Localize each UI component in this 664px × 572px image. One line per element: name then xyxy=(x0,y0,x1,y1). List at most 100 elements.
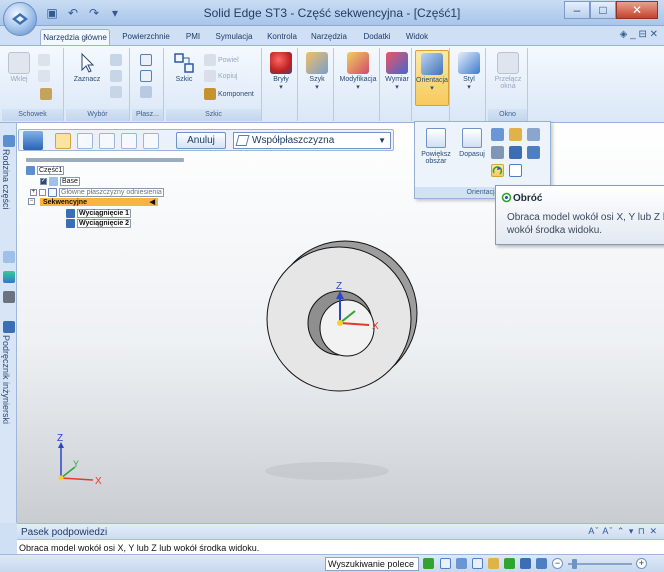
command-finder-input[interactable]: Wyszukiwanie polece xyxy=(325,557,419,571)
angled-plane-option-icon[interactable] xyxy=(99,133,115,149)
repeat-button[interactable]: Powiel xyxy=(204,54,239,66)
tab-addins[interactable]: Dodatki xyxy=(358,29,396,46)
spin-about-icon[interactable] xyxy=(509,146,522,159)
rotate-status-icon[interactable] xyxy=(504,558,515,569)
zoom-slider[interactable] xyxy=(568,563,632,565)
plane-type-icon xyxy=(235,135,250,146)
switch-windows-button[interactable]: Przełącz okna xyxy=(490,52,526,90)
maximize-button[interactable]: □ xyxy=(590,1,616,19)
ribbon-window-controls[interactable]: ◈ _ ⊟ ✕ xyxy=(620,29,658,40)
ribbon: Wklej Schowek Zaznacz Wybór Płasz... Szk… xyxy=(0,45,664,123)
tab-home[interactable]: Narzędzia główne xyxy=(40,29,110,46)
tab-pmi[interactable]: PMI xyxy=(180,29,206,46)
engineering-handbook-icon[interactable] xyxy=(3,321,15,333)
component-label: Komponent xyxy=(218,90,254,98)
zoom-area-status-icon[interactable] xyxy=(440,558,451,569)
tree-item-ordered[interactable]: Sekwencyjne ◀ xyxy=(40,198,158,206)
zoom-out-icon[interactable]: − xyxy=(552,558,563,569)
collapse-icon[interactable]: − xyxy=(28,198,35,205)
corner-axis-z-label: Z xyxy=(57,433,63,444)
plane-icon xyxy=(140,54,152,66)
paste-button[interactable]: Wklej xyxy=(6,52,32,83)
tree-item-base[interactable]: ✓ Base xyxy=(40,177,80,186)
orient-icon xyxy=(421,53,443,75)
family-of-parts-icon[interactable] xyxy=(3,135,15,147)
pattern-icon xyxy=(306,52,328,74)
tree-root[interactable]: Część1 xyxy=(26,166,65,175)
sensors-icon[interactable] xyxy=(3,291,15,303)
command-finder-go-icon[interactable] xyxy=(423,558,434,569)
parallel-plane-icon[interactable] xyxy=(77,133,93,149)
zoom-status-icon[interactable] xyxy=(456,558,467,569)
select-option-2[interactable] xyxy=(110,70,122,82)
tab-tools[interactable]: Narzędzia xyxy=(308,29,350,46)
library-icon[interactable] xyxy=(3,271,15,283)
plane-button-1[interactable] xyxy=(140,54,152,66)
tree-checkbox-planes[interactable] xyxy=(39,189,46,196)
tree-item-reference-planes[interactable]: + Główne płaszczyzny odniesienia xyxy=(30,188,164,197)
solids-button[interactable]: Bryły ▾ xyxy=(267,52,295,91)
copy-sketch-button[interactable]: Kopiuj xyxy=(204,70,237,82)
tab-surfacing[interactable]: Powierzchnie xyxy=(118,29,174,46)
application-button[interactable] xyxy=(3,2,37,36)
zoom-slider-thumb[interactable] xyxy=(572,559,577,569)
spin-status-icon[interactable] xyxy=(520,558,531,569)
fit-button[interactable]: Dopasuj xyxy=(455,128,489,158)
close-button[interactable]: ✕ xyxy=(616,1,658,19)
cancel-button[interactable]: Anuluj xyxy=(176,132,226,149)
component-button[interactable]: Komponent xyxy=(204,88,254,100)
zoom-in-icon[interactable]: + xyxy=(636,558,647,569)
view-status-icon[interactable] xyxy=(536,558,547,569)
sketch-view-icon[interactable] xyxy=(527,146,540,159)
tree-checkbox-base[interactable]: ✓ xyxy=(40,178,47,185)
common-views-icon[interactable] xyxy=(509,164,522,177)
layers-icon[interactable] xyxy=(3,251,15,263)
style-button[interactable]: Styl ▾ xyxy=(455,52,483,91)
named-view-icon[interactable] xyxy=(491,146,504,159)
pan-status-icon[interactable] xyxy=(488,558,499,569)
minimize-button[interactable]: – xyxy=(564,1,590,19)
plane-button-2[interactable] xyxy=(140,70,152,82)
pattern-button[interactable]: Szyk ▾ xyxy=(303,52,331,91)
tooltip-body: Obraca model wokół osi X, Y lub Z lub wo… xyxy=(507,211,664,237)
family-of-parts-tab[interactable]: Rodzina części xyxy=(1,149,11,210)
tree-item-extrusion-1[interactable]: Wyciągnięcie 1 xyxy=(66,209,132,218)
zoom-area-button[interactable]: Powiększ obszar xyxy=(419,128,453,165)
select-tool-button[interactable]: Zaznacz xyxy=(72,52,102,83)
prompt-bar-tools[interactable]: Aˇ Aˇ ⌃ ▾ ⊓ ✕ xyxy=(588,526,658,537)
solids-icon xyxy=(270,52,292,74)
tab-inspect[interactable]: Kontrola xyxy=(264,29,300,46)
solids-label: Bryły xyxy=(273,76,289,83)
select-option-3[interactable] xyxy=(110,86,122,98)
expand-icon[interactable]: + xyxy=(30,189,37,196)
engineering-handbook-tab[interactable]: Podręcznik inżynierski xyxy=(1,335,11,424)
view-icon[interactable] xyxy=(527,128,540,141)
select-option-1[interactable] xyxy=(110,54,122,66)
copy-button[interactable] xyxy=(38,70,50,82)
tab-view[interactable]: Widok xyxy=(402,29,432,46)
part-properties-icon[interactable] xyxy=(23,131,43,150)
tangent-plane-icon[interactable] xyxy=(143,133,159,149)
tree-item-label: Wyciągnięcie 1 xyxy=(77,209,132,218)
orient-button[interactable]: Orientacja ▾ xyxy=(415,50,449,106)
perpendicular-plane-icon[interactable] xyxy=(121,133,137,149)
tree-item-extrusion-2[interactable]: Wyciągnięcie 2 xyxy=(66,219,132,228)
plane-button-3[interactable] xyxy=(140,86,152,98)
group-clipboard-label: Schowek xyxy=(2,109,63,121)
tab-simulation[interactable]: Symulacja xyxy=(212,29,256,46)
plane-type-select[interactable]: Współpłaszczyzna ▼ xyxy=(233,132,391,149)
rotate-icon[interactable] xyxy=(491,164,504,177)
sketch-button[interactable]: Szkic xyxy=(170,52,198,83)
format-painter-button[interactable] xyxy=(40,88,52,100)
coincident-plane-icon[interactable] xyxy=(55,133,71,149)
zoom-icon[interactable] xyxy=(491,128,504,141)
dimension-button[interactable]: Wymiar ▾ xyxy=(383,52,411,91)
tooltip-line-2: wokół środka widoku. xyxy=(507,225,603,236)
group-style: Styl ▾ xyxy=(452,48,486,121)
tree-scrollbar[interactable] xyxy=(26,158,184,162)
fit-status-icon[interactable] xyxy=(472,558,483,569)
pan-icon[interactable] xyxy=(509,128,522,141)
angled-plane-icon xyxy=(140,70,152,82)
modify-button[interactable]: Modyfikacja ▾ xyxy=(338,52,378,91)
cut-button[interactable] xyxy=(38,54,50,66)
